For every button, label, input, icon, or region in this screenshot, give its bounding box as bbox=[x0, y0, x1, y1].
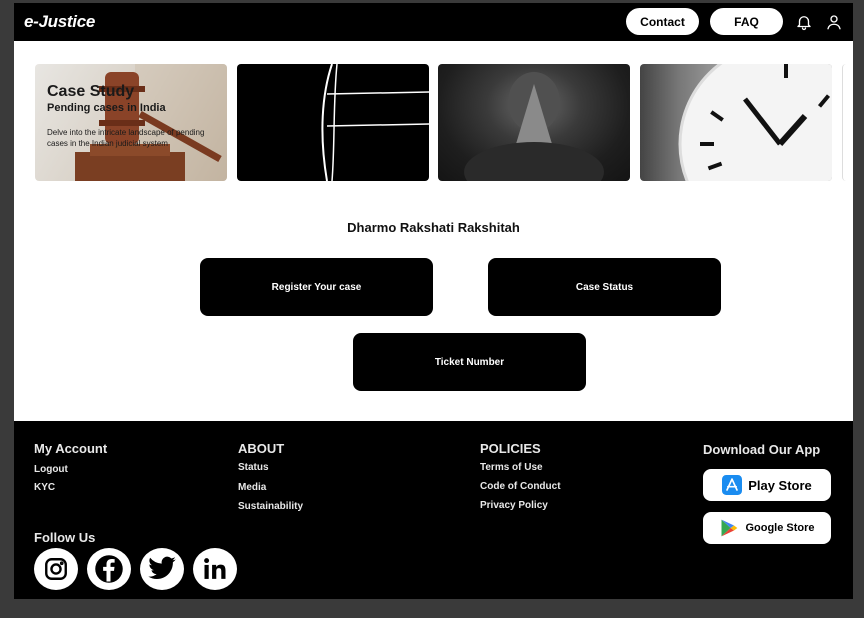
play-store-label: Play Store bbox=[748, 477, 812, 493]
my-account-heading: My Account bbox=[34, 441, 108, 456]
case-status-button[interactable]: Case Status bbox=[488, 258, 721, 316]
card-description: Delve into the intricate landscape of pe… bbox=[47, 128, 205, 148]
card-title: Case Study bbox=[47, 83, 135, 100]
praying-hands-image bbox=[464, 72, 604, 181]
logout-link[interactable]: Logout bbox=[34, 464, 68, 475]
carousel-card-praying[interactable] bbox=[438, 64, 630, 181]
clock-image bbox=[678, 64, 832, 181]
motto-heading: Dharmo Rakshati Rakshitah bbox=[347, 220, 520, 235]
follow-us-heading: Follow Us bbox=[34, 530, 96, 545]
card-subtitle: Pending cases in India bbox=[47, 102, 166, 114]
footer: My Account Logout KYC ABOUT Status Media… bbox=[14, 421, 853, 599]
user-icon[interactable] bbox=[825, 13, 843, 31]
media-link[interactable]: Media bbox=[238, 482, 266, 493]
about-heading: ABOUT bbox=[238, 441, 285, 456]
google-store-button[interactable]: Google Store bbox=[703, 512, 831, 544]
policies-heading: POLICIES bbox=[480, 441, 541, 456]
knife-image bbox=[321, 64, 429, 181]
linkedin-icon[interactable] bbox=[193, 548, 237, 590]
faq-button[interactable]: FAQ bbox=[710, 8, 783, 35]
page-frame: e-Justice Contact FAQ Case Study Pending… bbox=[14, 3, 853, 599]
contact-button[interactable]: Contact bbox=[626, 8, 699, 35]
gavel-image bbox=[75, 64, 227, 181]
carousel-card-partial[interactable] bbox=[842, 64, 853, 181]
play-store-button[interactable]: Play Store bbox=[703, 469, 831, 501]
instagram-icon[interactable] bbox=[34, 548, 78, 590]
twitter-icon[interactable] bbox=[140, 548, 184, 590]
terms-of-use-link[interactable]: Terms of Use bbox=[480, 462, 543, 473]
google-play-icon bbox=[721, 519, 738, 537]
bell-icon[interactable] bbox=[795, 13, 813, 31]
facebook-icon[interactable] bbox=[87, 548, 131, 590]
google-store-label: Google Store bbox=[745, 522, 815, 534]
top-navbar: e-Justice Contact FAQ bbox=[14, 3, 853, 41]
carousel-card-clock[interactable] bbox=[640, 64, 832, 181]
site-logo[interactable]: e-Justice bbox=[24, 12, 95, 32]
carousel-card-knife[interactable] bbox=[237, 64, 429, 181]
register-case-button[interactable]: Register Your case bbox=[200, 258, 433, 316]
carousel-card-case-study[interactable]: Case Study Pending cases in India Delve … bbox=[35, 64, 227, 181]
download-app-heading: Download Our App bbox=[703, 442, 821, 457]
ticket-number-button[interactable]: Ticket Number bbox=[353, 333, 586, 391]
code-of-conduct-link[interactable]: Code of Conduct bbox=[480, 481, 561, 492]
sustainability-link[interactable]: Sustainability bbox=[238, 501, 303, 512]
privacy-policy-link[interactable]: Privacy Policy bbox=[480, 500, 548, 511]
app-store-icon bbox=[722, 475, 743, 495]
status-link[interactable]: Status bbox=[238, 462, 269, 473]
kyc-link[interactable]: KYC bbox=[34, 482, 55, 493]
